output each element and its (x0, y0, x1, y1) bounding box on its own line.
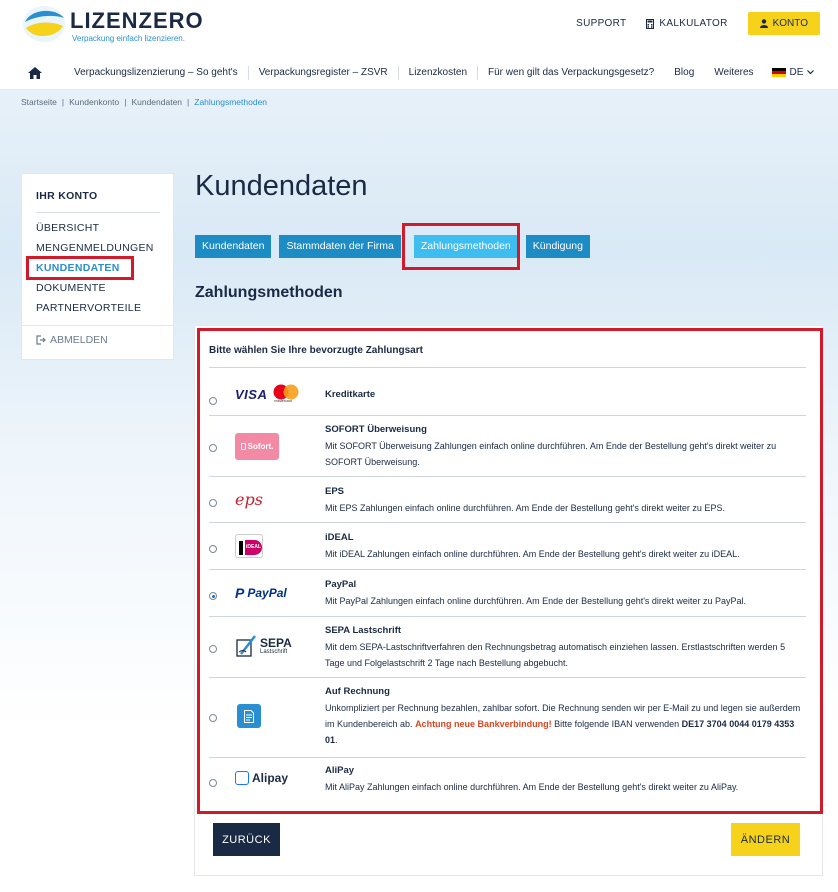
breadcrumb-zahlungsmethoden: Zahlungsmethoden (194, 97, 268, 107)
nav-item-weiteres[interactable]: Weiteres (704, 66, 763, 80)
highlight-box-payment-options (197, 328, 823, 814)
home-link[interactable] (28, 66, 56, 79)
sidebar-divider (36, 212, 160, 213)
language-label: DE (789, 67, 804, 78)
breadcrumb-separator: | (124, 97, 127, 107)
back-button[interactable]: ZURÜCK (213, 823, 280, 856)
support-link[interactable]: SUPPORT (576, 18, 626, 29)
breadcrumb-separator: | (61, 97, 65, 107)
logout-link[interactable]: ABMELDEN (36, 334, 108, 346)
konto-label: KONTO (772, 18, 808, 29)
nav-item-blog[interactable]: Blog (664, 66, 704, 80)
nav-item-register[interactable]: Verpackungsregister – ZSVR (249, 65, 399, 80)
sidebar-item-partnervorteile[interactable]: PARTNERVORTEILE (36, 302, 141, 314)
logout-icon (36, 335, 46, 345)
highlight-box-sidebar (26, 256, 134, 280)
highlight-box-tab (402, 223, 520, 270)
logo[interactable]: LIZENZERO Verpackung einfach lizenzieren… (22, 4, 204, 46)
konto-button[interactable]: KONTO (747, 12, 820, 35)
tab-kundendaten[interactable]: Kundendaten (195, 235, 272, 258)
tab-kuendigung[interactable]: Kündigung (525, 235, 590, 258)
nav-item-verpackungsgesetz[interactable]: Für wen gilt das Verpackungsgesetz? (478, 66, 664, 80)
nav-item-lizenzierung[interactable]: Verpackungslizenzierung – So geht's (64, 65, 249, 80)
header: LIZENZERO Verpackung einfach lizenzieren… (0, 0, 838, 56)
kalkulator-link[interactable]: KALKULATOR (646, 18, 727, 29)
logout-label: ABMELDEN (50, 334, 108, 346)
breadcrumb-separator: | (187, 97, 190, 107)
breadcrumb-startseite[interactable]: Startseite (21, 97, 57, 107)
main-nav: Verpackungslizenzierung – So geht's Verp… (0, 56, 838, 90)
breadcrumb-kundenkonto[interactable]: Kundenkonto (69, 97, 119, 107)
logo-icon (23, 6, 65, 42)
nav-item-lizenzkosten[interactable]: Lizenzkosten (399, 65, 479, 80)
change-button[interactable]: ÄNDERN (731, 823, 800, 856)
brand-name: LIZENZERO (70, 8, 204, 33)
sidebar-divider (22, 325, 173, 326)
sidebar-item-uebersicht[interactable]: ÜBERSICHT (36, 222, 99, 234)
germany-flag-icon (771, 68, 786, 77)
kalkulator-label: KALKULATOR (659, 18, 728, 29)
section-title: Zahlungsmethoden (195, 284, 343, 301)
sidebar-item-dokumente[interactable]: DOKUMENTE (36, 282, 106, 294)
breadcrumb: Startseite | Kundenkonto | Kundendaten | Za… (21, 97, 267, 107)
tab-stammdaten[interactable]: Stammdaten der Firma (279, 235, 401, 258)
calculator-icon (646, 18, 655, 29)
sidebar-item-mengenmeldungen[interactable]: MENGENMELDUNGEN (36, 242, 154, 254)
sidebar-title: IHR KONTO (36, 190, 98, 202)
user-icon (759, 19, 768, 28)
tab-bar: Kundendaten Stammdaten der Firma Zahlung… (195, 235, 590, 258)
page-title: Kundendaten (195, 170, 368, 202)
top-links: SUPPORT KALKULATOR KONTO (576, 12, 820, 35)
language-selector[interactable]: DE (764, 67, 815, 78)
breadcrumb-kundendaten[interactable]: Kundendaten (131, 97, 182, 107)
brand-tagline: Verpackung einfach lizenzieren. (72, 34, 185, 43)
chevron-down-icon (807, 70, 815, 75)
home-icon (28, 66, 42, 79)
